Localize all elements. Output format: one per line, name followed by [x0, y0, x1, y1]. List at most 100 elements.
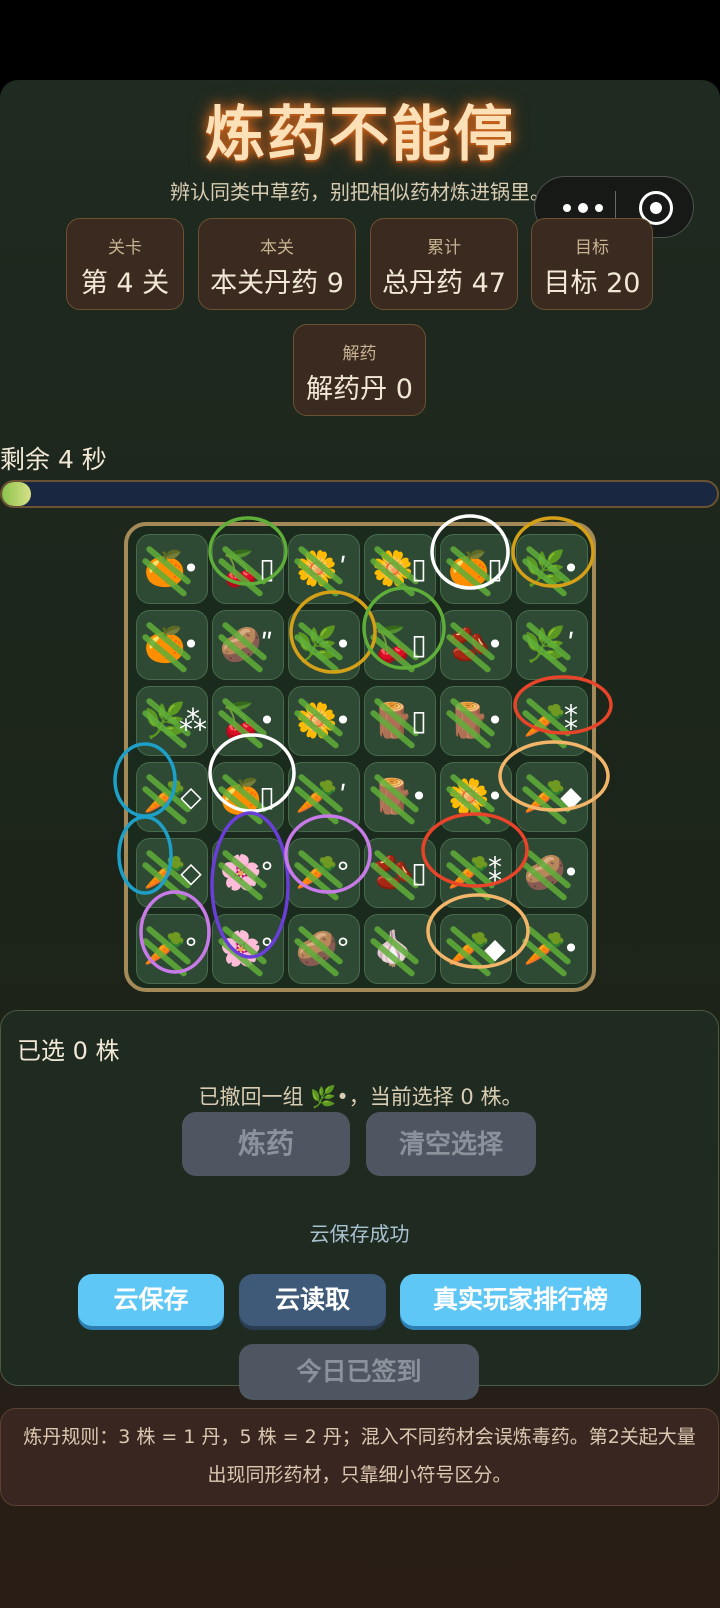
herb-tile[interactable]: 🥔 ʺ	[212, 610, 284, 680]
stat-label: 本关	[260, 238, 294, 258]
herb-mark-symbol: •	[182, 628, 200, 661]
herb-mark-symbol: °	[184, 932, 198, 965]
herb-mark-symbol: •	[486, 704, 504, 737]
selection-panel: 已选 0 株 已撤回一组 🌿•，当前选择 0 株。	[0, 1010, 719, 1386]
timer-text: 剩余 4 秒	[0, 445, 107, 474]
herb-tile[interactable]: 🥕 ◆	[440, 914, 512, 984]
stat-antidote: 解药 解药丹 0	[293, 324, 426, 416]
herb-tile[interactable]: 🫘 ▯	[364, 838, 436, 908]
herb-mark-symbol: ʹ	[339, 780, 347, 813]
herb-mark-symbol	[407, 931, 431, 967]
herb-mark-symbol: ◇	[180, 780, 202, 813]
herb-board: 🍊 • 🍒 ▯ 🌼 ʹ 🌼 ▯ 🍊 ▯ 🌿 • 🍊 • 🥔 ʺ 🌿 • 🍒 ▯ 🫘 • 🌿 ʹ 🌿 ⁂ 🍒 • 🌼 • 🪵 ▯ 🪵 • 🥕 ⁑ 🥕 ◇ 🍊 ▯…	[124, 522, 596, 992]
herb-tile[interactable]: 🌼 •	[288, 686, 360, 756]
herb-tile[interactable]: 🌼 ʹ	[288, 534, 360, 604]
herb-tile[interactable]: 🥕 ◇	[136, 838, 208, 908]
herb-tile[interactable]: 🪵 ▯	[364, 686, 436, 756]
herb-mark-symbol: ◇	[180, 856, 202, 889]
herb-mark-symbol: °	[336, 932, 350, 965]
herb-tile[interactable]: 🌿 •	[288, 610, 360, 680]
herb-mark-symbol: ʹ	[339, 552, 347, 585]
herb-mark-symbol: °	[260, 856, 274, 889]
herb-tile[interactable]: 🍊 ▯	[212, 762, 284, 832]
leaderboard-button[interactable]: 真实玩家排行榜	[400, 1274, 641, 1326]
herb-mark-symbol: •	[182, 552, 200, 585]
brew-button[interactable]: 炼药	[182, 1112, 350, 1176]
herb-mark-symbol: •	[486, 780, 504, 813]
stat-label: 解药	[342, 344, 377, 364]
herb-mark-symbol: ▯	[411, 628, 427, 661]
herb-mark-symbol: ▯	[259, 552, 275, 585]
herb-mark-symbol: ⁑	[488, 856, 502, 889]
herb-tile[interactable]: 🌿 ⁂	[136, 686, 208, 756]
rules-text: 炼丹规则：3 株 = 1 丹，5 株 = 2 丹；混入不同药材会误炼毒药。第2关…	[0, 1408, 719, 1506]
herb-tile[interactable]: 🥕 °	[136, 914, 208, 984]
herb-tile[interactable]: 🥕 ⁑	[440, 838, 512, 908]
herb-tile[interactable]: 🥕 ⁑	[516, 686, 588, 756]
herb-tile[interactable]: 🧄	[364, 914, 436, 984]
stat-current-pills: 本关 本关丹药 9	[198, 218, 356, 310]
stat-label: 累计	[427, 238, 461, 258]
herb-tile[interactable]: 🪵 •	[440, 686, 512, 756]
herb-tile[interactable]: 🫘 •	[440, 610, 512, 680]
herb-mark-symbol: •	[334, 704, 352, 737]
herb-tile[interactable]: 🍊 •	[136, 610, 208, 680]
herb-tile[interactable]: 🥔 °	[288, 914, 360, 984]
herb-mark-symbol: •	[334, 628, 352, 661]
herb-tile[interactable]: 🌸 °	[212, 838, 284, 908]
herb-mark-symbol: ʺ	[260, 628, 274, 661]
herb-mark-symbol: •	[562, 932, 580, 965]
game-screen: 炼药不能停 辨认同类中草药，别把相似药材炼进锅里。 关卡 第 4 关 本关 本关…	[0, 80, 720, 1608]
herb-tile[interactable]: 🌼 ▯	[364, 534, 436, 604]
herb-tile[interactable]: 🌸 °	[212, 914, 284, 984]
herb-mark-symbol: •	[562, 856, 580, 889]
herb-mark-symbol: ⁑	[564, 704, 578, 737]
herb-mark-symbol: •	[410, 780, 428, 813]
stat-value: 本关丹药 9	[210, 268, 344, 299]
herb-mark-symbol: •	[562, 552, 580, 585]
herb-mark-symbol: ⁂	[179, 704, 207, 737]
herb-mark-symbol: •	[486, 628, 504, 661]
herb-tile[interactable]: 🍒 ▯	[212, 534, 284, 604]
cloud-load-button[interactable]: 云读取	[239, 1274, 386, 1326]
clear-selection-button[interactable]: 清空选择	[366, 1112, 536, 1176]
herb-tile[interactable]: 🥔 •	[516, 838, 588, 908]
herb-tile[interactable]: 🌼 •	[440, 762, 512, 832]
herb-tile[interactable]: 🥕 •	[516, 914, 588, 984]
herb-mark-symbol: ▯	[259, 780, 275, 813]
herb-tile[interactable]: 🪵 •	[364, 762, 436, 832]
timer-progress-fill	[2, 482, 31, 506]
stat-label: 目标	[575, 238, 609, 258]
stat-value: 解药丹 0	[306, 374, 413, 405]
stat-label: 关卡	[108, 238, 142, 258]
herb-mark-symbol: ▯	[411, 552, 427, 585]
herb-tile[interactable]: 🌿 ʹ	[516, 610, 588, 680]
stat-value: 目标 20	[543, 268, 641, 299]
herb-tile[interactable]: 🥕 ◆	[516, 762, 588, 832]
stat-goal: 目标 目标 20	[531, 218, 653, 310]
cloud-save-button[interactable]: 云保存	[78, 1274, 224, 1326]
herb-tile[interactable]: 🥕 °	[288, 838, 360, 908]
stat-level: 关卡 第 4 关	[66, 218, 184, 310]
selected-count: 已选 0 株	[17, 1037, 120, 1065]
herb-mark-symbol: ʹ	[567, 628, 575, 661]
herb-tile[interactable]: 🥕 ◇	[136, 762, 208, 832]
herb-mark-symbol: •	[258, 704, 276, 737]
herb-mark-symbol: ▯	[487, 552, 503, 585]
herb-mark-symbol: ◆	[484, 932, 506, 965]
herb-mark-symbol: °	[336, 856, 350, 889]
herb-tile[interactable]: 🥕 ʹ	[288, 762, 360, 832]
herb-tile[interactable]: 🍊 ▯	[440, 534, 512, 604]
herb-tile[interactable]: 🍒 ▯	[364, 610, 436, 680]
page-title: 炼药不能停	[205, 100, 515, 170]
timer-progress-bar	[0, 480, 719, 508]
more-icon[interactable]	[561, 197, 607, 217]
herb-tile[interactable]: 🌿 •	[516, 534, 588, 604]
stat-total-pills: 累计 总丹药 47	[370, 218, 518, 310]
herb-tile[interactable]: 🍊 •	[136, 534, 208, 604]
daily-checkin-button[interactable]: 今日已签到	[239, 1344, 479, 1400]
status-message: 已撤回一组 🌿•，当前选择 0 株。	[198, 1085, 523, 1109]
herb-tile[interactable]: 🍒 •	[212, 686, 284, 756]
stat-value: 第 4 关	[80, 268, 170, 299]
herb-mark-symbol: ◆	[560, 780, 582, 813]
